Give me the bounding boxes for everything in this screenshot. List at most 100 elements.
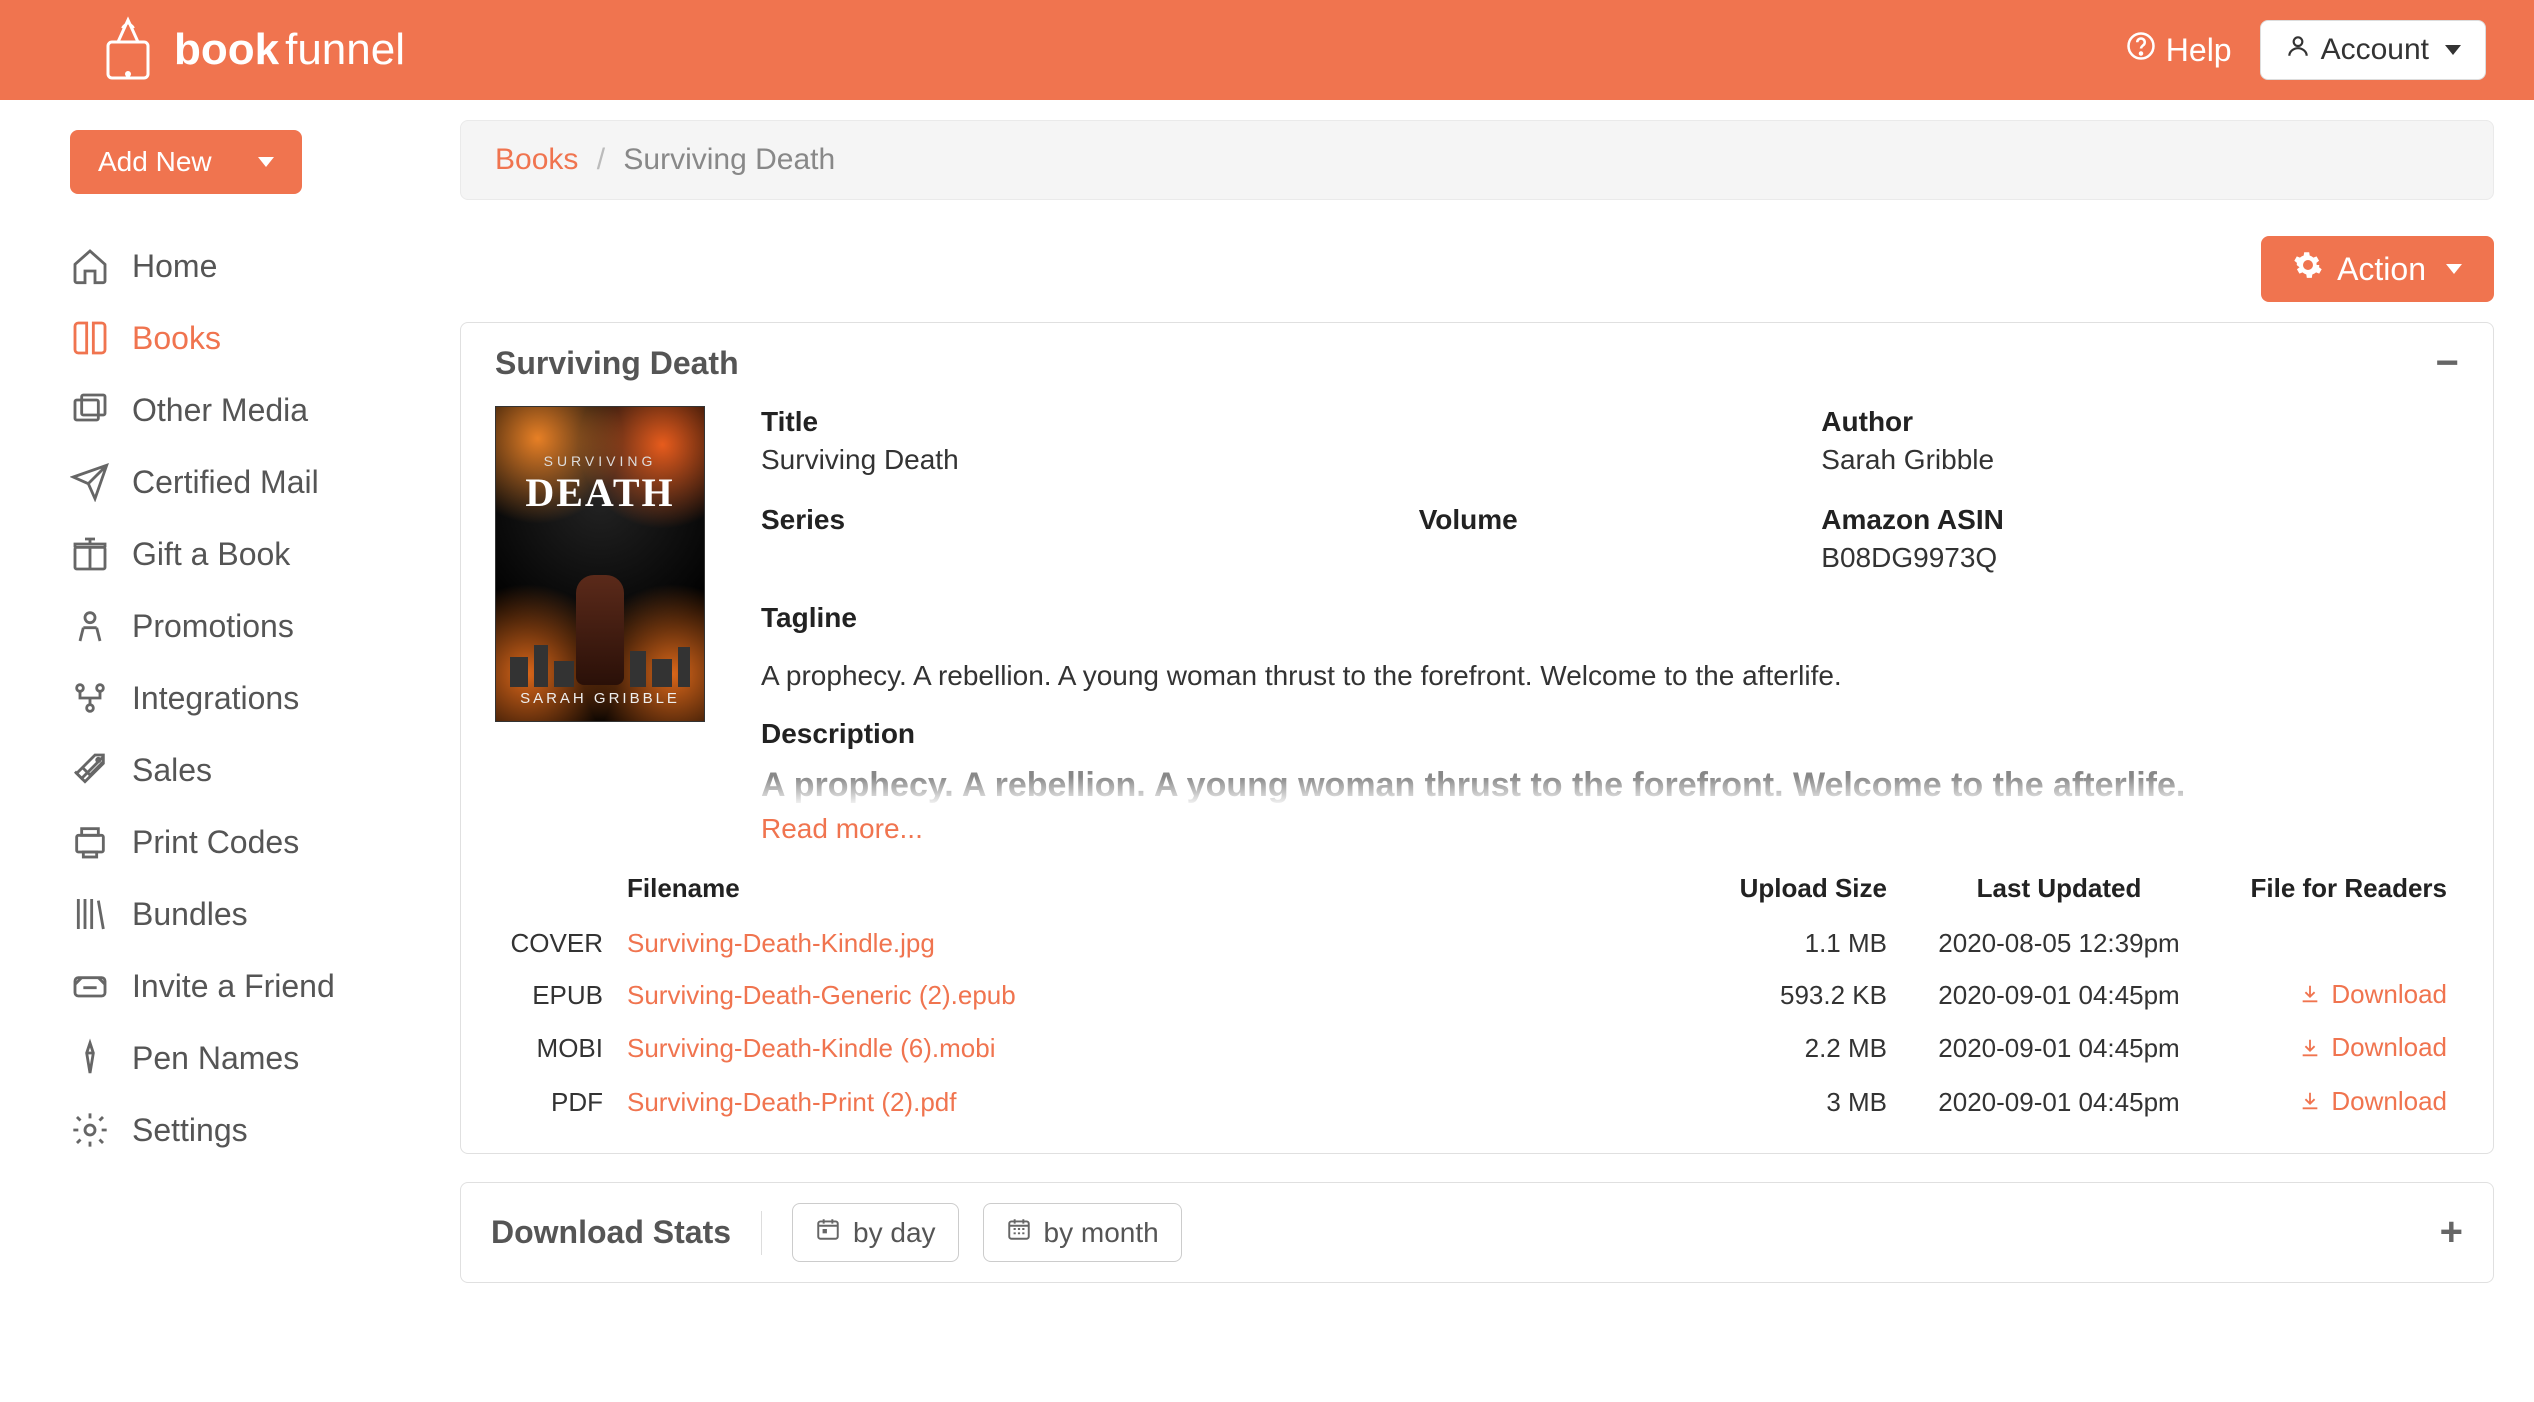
filename-link[interactable]: Surviving-Death-Print (2).pdf: [627, 1087, 956, 1117]
table-row: EPUBSurviving-Death-Generic (2).epub593.…: [495, 969, 2459, 1023]
nav-icon: [70, 894, 110, 934]
sidebar-item-pen-names[interactable]: Pen Names: [70, 1022, 420, 1094]
file-type: EPUB: [495, 969, 615, 1023]
breadcrumb-sep: /: [597, 143, 605, 176]
filename-link[interactable]: Surviving-Death-Kindle.jpg: [627, 928, 935, 958]
col-last-updated: Last Updated: [1899, 863, 2219, 918]
book-cover: SURVIVING DEATH SARAH GRIBBLE: [495, 406, 705, 722]
nav-icon: [70, 606, 110, 646]
nav-icon: [70, 462, 110, 502]
file-updated: 2020-09-01 04:45pm: [1899, 1076, 2219, 1130]
col-upload-size: Upload Size: [1522, 863, 1899, 918]
sidebar-item-promotions[interactable]: Promotions: [70, 590, 420, 662]
sidebar-item-certified-mail[interactable]: Certified Mail: [70, 446, 420, 518]
tagline-value: A prophecy. A rebellion. A young woman t…: [761, 660, 2459, 692]
title-value: Surviving Death: [761, 444, 1399, 476]
col-filename: Filename: [615, 863, 1522, 918]
sidebar-item-label: Bundles: [132, 896, 248, 933]
download-link[interactable]: Download: [2299, 1032, 2447, 1063]
by-day-button[interactable]: by day: [792, 1203, 959, 1262]
download-link[interactable]: Download: [2299, 1086, 2447, 1117]
sidebar-item-label: Settings: [132, 1112, 248, 1149]
filename-link[interactable]: Surviving-Death-Kindle (6).mobi: [627, 1033, 995, 1063]
sidebar-item-label: Other Media: [132, 392, 308, 429]
action-button[interactable]: Action: [2261, 236, 2494, 302]
title-label: Title: [761, 406, 1399, 438]
sidebar-item-settings[interactable]: Settings: [70, 1094, 420, 1166]
files-table: Filename Upload Size Last Updated File f…: [495, 863, 2459, 1130]
main: Books / Surviving Death Action Surviving…: [460, 100, 2534, 1351]
help-icon: [2126, 31, 2156, 69]
file-type: PDF: [495, 1076, 615, 1130]
sidebar-item-other-media[interactable]: Other Media: [70, 374, 420, 446]
sidebar-item-label: Print Codes: [132, 824, 299, 861]
table-row: MOBI Surviving-Death-Kindle (6).mobi 2.2 M…: [495, 1022, 2459, 1076]
chevron-down-icon: [258, 157, 274, 167]
sidebar-item-invite-a-friend[interactable]: Invite a Friend: [70, 950, 420, 1022]
sidebar-item-label: Home: [132, 248, 217, 285]
nav-icon: [70, 1110, 110, 1150]
nav-icon: [70, 1038, 110, 1078]
breadcrumb-current: Surviving Death: [623, 143, 835, 176]
col-file-readers: File for Readers: [2219, 863, 2459, 918]
sidebar-item-sales[interactable]: Sales: [70, 734, 420, 806]
download-stats-panel: Download Stats by day by month +: [460, 1182, 2494, 1283]
sidebar-item-books[interactable]: Books: [70, 302, 420, 374]
download-link[interactable]: Download: [2299, 979, 2447, 1010]
logo-text-light: funnel: [285, 25, 405, 75]
sidebar: Add New Home Books Other Media Certified Ma…: [0, 100, 460, 1351]
read-more-link[interactable]: Read more...: [761, 813, 923, 845]
sidebar-item-label: Certified Mail: [132, 464, 319, 501]
nav-list: Home Books Other Media Certified Mail Gift a…: [70, 230, 420, 1166]
author-label: Author: [1821, 406, 2459, 438]
topbar: bookfunnel Help Account: [0, 0, 2534, 100]
file-updated: 2020-09-01 04:45pm: [1899, 1022, 2219, 1076]
logo[interactable]: bookfunnel: [100, 14, 405, 86]
account-button[interactable]: Account: [2260, 20, 2486, 80]
table-row: PDF Surviving-Death-Print (2).pdf 3 MB2020…: [495, 1076, 2459, 1130]
filename-link[interactable]: Surviving-Death-Generic (2).epub: [627, 980, 1016, 1010]
breadcrumb-root[interactable]: Books: [495, 143, 578, 176]
file-size: 2.2 MB: [1522, 1022, 1899, 1076]
expand-icon[interactable]: +: [2440, 1210, 2463, 1255]
sidebar-item-print-codes[interactable]: Print Codes: [70, 806, 420, 878]
volume-label: Volume: [1419, 504, 1802, 536]
collapse-icon[interactable]: −: [2436, 341, 2459, 386]
by-month-button[interactable]: by month: [983, 1203, 1182, 1262]
file-size: 3 MB: [1522, 1076, 1899, 1130]
by-month-label: by month: [1044, 1217, 1159, 1249]
nav-icon: [70, 318, 110, 358]
sidebar-item-bundles[interactable]: Bundles: [70, 878, 420, 950]
file-updated: 2020-08-05 12:39pm: [1899, 918, 2219, 969]
stats-title: Download Stats: [491, 1214, 731, 1251]
asin-value: B08DG9973Q: [1821, 542, 2459, 574]
nav-icon: [70, 750, 110, 790]
author-value: Sarah Gribble: [1821, 444, 2459, 476]
table-row: COVERSurviving-Death-Kindle.jpg1.1 MB202…: [495, 918, 2459, 969]
sidebar-item-home[interactable]: Home: [70, 230, 420, 302]
logo-icon: [100, 14, 156, 86]
tagline-label: Tagline: [761, 602, 2459, 634]
calendar-day-icon: [815, 1216, 841, 1249]
gear-icon: [2293, 250, 2323, 288]
file-size: 1.1 MB: [1522, 918, 1899, 969]
sidebar-item-label: Invite a Friend: [132, 968, 335, 1005]
help-label: Help: [2166, 32, 2232, 69]
sidebar-item-label: Integrations: [132, 680, 299, 717]
sidebar-item-integrations[interactable]: Integrations: [70, 662, 420, 734]
nav-icon: [70, 390, 110, 430]
help-link[interactable]: Help: [2126, 31, 2232, 69]
nav-icon: [70, 678, 110, 718]
add-new-label: Add New: [98, 146, 212, 178]
nav-icon: [70, 966, 110, 1006]
add-new-button[interactable]: Add New: [70, 130, 302, 194]
file-type: MOBI: [495, 1022, 615, 1076]
sidebar-item-label: Sales: [132, 752, 212, 789]
sidebar-item-gift-a-book[interactable]: Gift a Book: [70, 518, 420, 590]
panel-title: Surviving Death: [495, 345, 739, 382]
nav-icon: [70, 246, 110, 286]
chevron-down-icon: [2446, 264, 2462, 274]
description-label: Description: [761, 718, 2459, 750]
by-day-label: by day: [853, 1217, 936, 1249]
series-label: Series: [761, 504, 1399, 536]
